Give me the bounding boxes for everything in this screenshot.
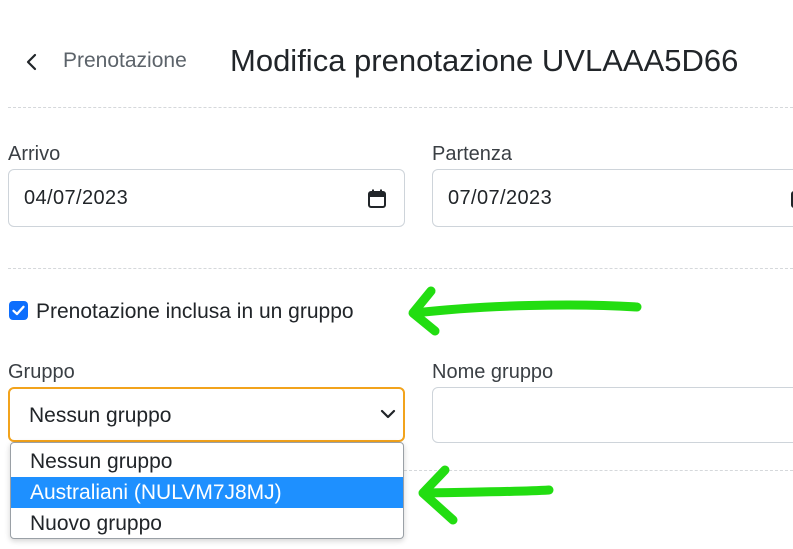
departure-date-value: 07/07/2023 — [448, 187, 553, 209]
green-arrow-icon — [408, 286, 642, 336]
divider — [8, 107, 793, 108]
green-arrow-icon — [418, 465, 554, 525]
group-name-input[interactable] — [432, 387, 793, 443]
group-select[interactable]: Nessun gruppo — [8, 387, 405, 442]
group-name-label: Nome gruppo — [432, 361, 554, 383]
page-title: Modifica prenotazione UVLAAA5D66 — [230, 43, 739, 78]
option-nuovo-gruppo[interactable]: Nuovo gruppo — [11, 508, 403, 538]
group-select-dropdown: Nessun gruppo Australiani (NULVM7J8MJ) N… — [10, 442, 404, 539]
group-checkbox-label[interactable]: Prenotazione inclusa in un gruppo — [36, 300, 354, 324]
group-select-label: Gruppo — [8, 361, 75, 383]
back-chevron-icon[interactable] — [22, 50, 42, 74]
calendar-icon[interactable] — [367, 188, 387, 210]
arrival-label: Arrivo — [8, 143, 61, 165]
chevron-down-icon[interactable] — [379, 405, 397, 423]
arrival-date-input[interactable]: 04/07/2023 — [8, 169, 405, 227]
arrival-date-value: 04/07/2023 — [24, 187, 129, 209]
departure-date-input[interactable]: 07/07/2023 — [432, 169, 793, 227]
option-australiani[interactable]: Australiani (NULVM7J8MJ) — [11, 477, 403, 508]
option-nessun-gruppo[interactable]: Nessun gruppo — [11, 446, 403, 477]
breadcrumb-prenotazione[interactable]: Prenotazione — [63, 49, 187, 73]
checkmark-icon — [12, 305, 25, 316]
group-checkbox[interactable] — [9, 301, 28, 320]
group-select-value: Nessun gruppo — [29, 404, 172, 427]
divider — [8, 268, 793, 269]
departure-label: Partenza — [432, 143, 513, 165]
